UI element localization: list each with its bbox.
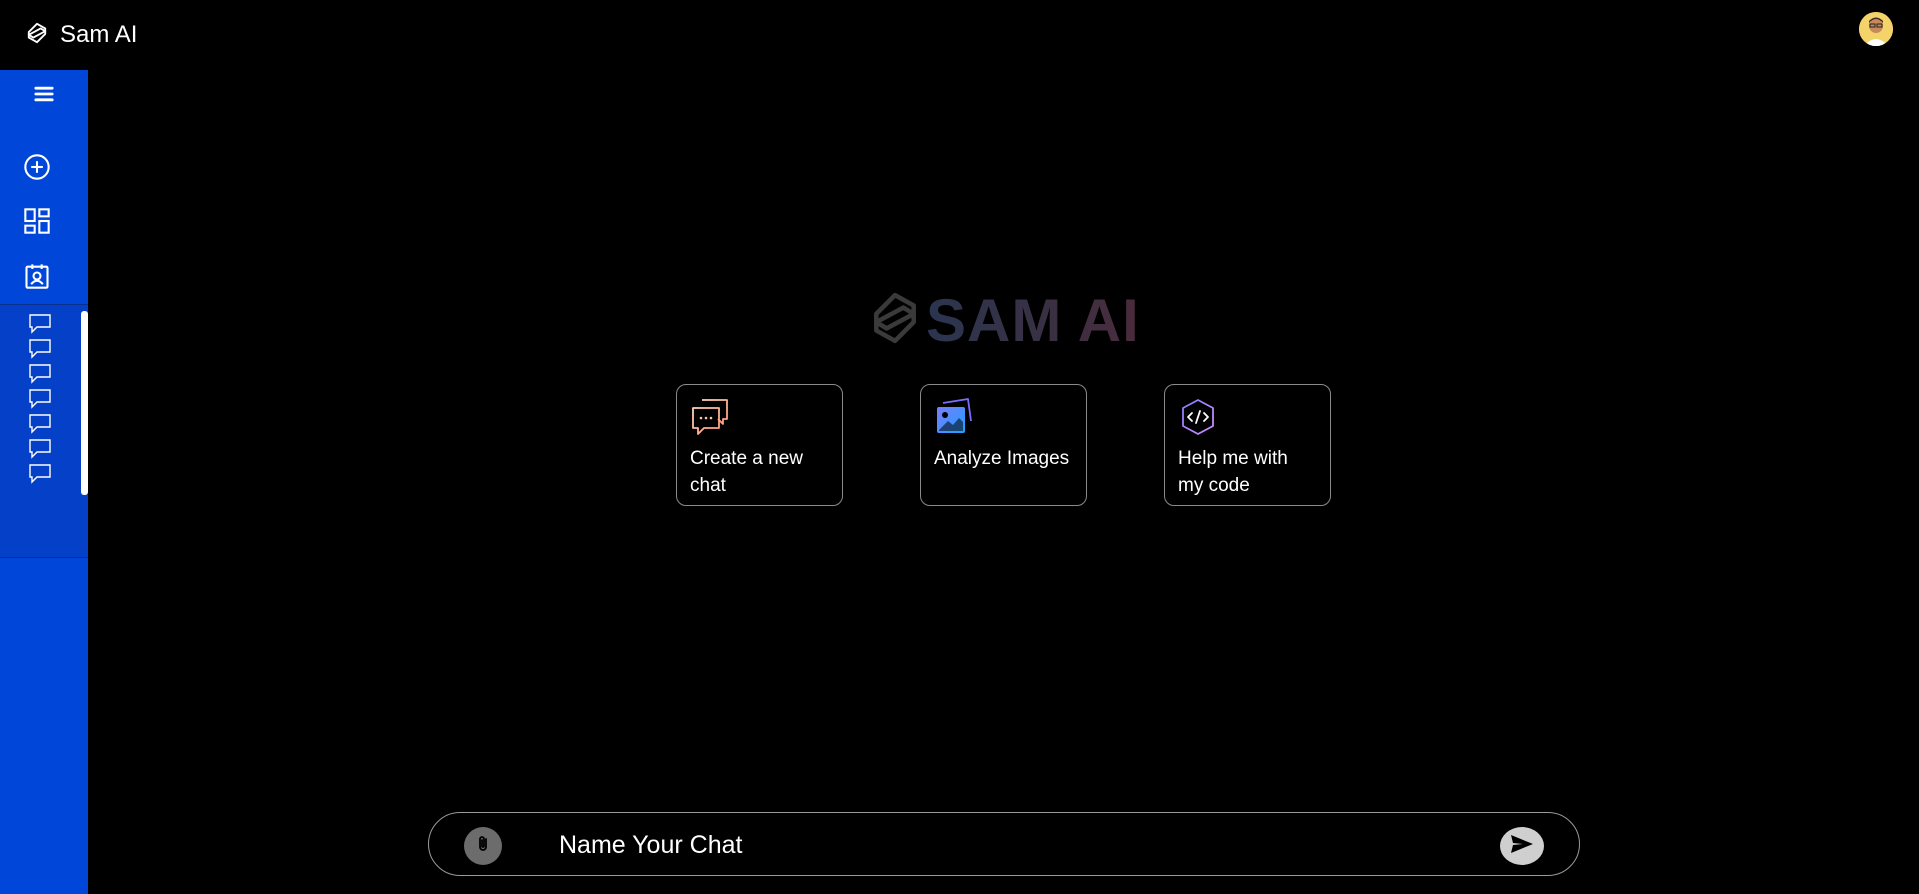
sam-ai-logo-icon xyxy=(870,291,920,350)
analyze-images-card[interactable]: Analyze Images xyxy=(920,384,1087,506)
history-scrollbar[interactable] xyxy=(81,311,88,495)
card-label: Help me with my code xyxy=(1178,448,1288,496)
chat-bubble-icon[interactable] xyxy=(28,463,52,485)
send-button[interactable] xyxy=(1500,827,1544,865)
help-with-code-card[interactable]: Help me with my code xyxy=(1164,384,1331,506)
card-label: Analyze Images xyxy=(934,448,1070,469)
chat-bubble-icon[interactable] xyxy=(28,363,52,385)
send-icon xyxy=(1510,833,1534,860)
chat-input-bar xyxy=(428,812,1580,876)
contact-calendar-icon[interactable] xyxy=(0,256,81,296)
chat-bubble-icon[interactable] xyxy=(28,338,52,360)
chat-name-input[interactable] xyxy=(559,823,1459,867)
attach-button[interactable] xyxy=(464,827,502,865)
sam-ai-logo-icon xyxy=(26,22,48,49)
chat-bubble-icon[interactable] xyxy=(28,413,52,435)
chat-bubble-icon[interactable] xyxy=(28,388,52,410)
paperclip-icon xyxy=(473,834,493,859)
hero-logo-text: SAM AI xyxy=(926,286,1140,354)
app: Sam AI SAM AI Create a new chat Analyze … xyxy=(0,0,1919,894)
images-icon xyxy=(934,397,1073,437)
brand[interactable]: Sam AI xyxy=(26,20,137,50)
chat-bubbles-icon xyxy=(690,397,829,437)
hero-logo: SAM AI xyxy=(870,286,1140,354)
user-avatar[interactable] xyxy=(1859,12,1893,46)
new-chat-plus-icon[interactable] xyxy=(0,147,81,187)
top-bar: Sam AI xyxy=(0,0,1919,70)
create-new-chat-card[interactable]: Create a new chat xyxy=(676,384,843,506)
chat-history-list[interactable] xyxy=(0,304,88,558)
sidebar xyxy=(0,70,88,894)
code-hexagon-icon xyxy=(1178,397,1317,437)
chat-bubble-icon[interactable] xyxy=(28,313,52,335)
chat-bubble-icon[interactable] xyxy=(28,438,52,460)
menu-icon[interactable] xyxy=(0,74,88,114)
card-label: Create a new chat xyxy=(690,448,804,496)
app-title: Sam AI xyxy=(60,21,138,48)
dashboard-grid-icon[interactable] xyxy=(0,201,81,241)
